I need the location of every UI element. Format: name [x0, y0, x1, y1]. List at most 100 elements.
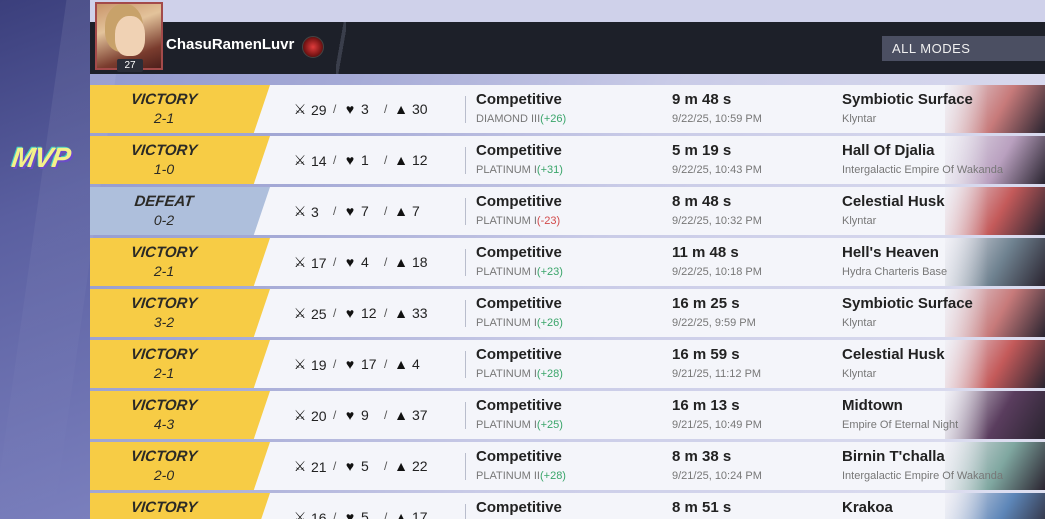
match-result-banner: VICTORY — [90, 493, 270, 519]
mode-filter-dropdown[interactable]: ALL MODES — [882, 36, 1045, 61]
deaths-stat: ♥ 7 — [342, 203, 369, 219]
assists-value: 4 — [412, 356, 420, 372]
match-row[interactable]: VICTORY 2-1 ⚔ 17 / ♥ 4 / ▲ 18 Competitive P… — [90, 238, 1045, 286]
rank-change: PLATINUM I(+31) — [476, 164, 563, 176]
column-divider — [465, 402, 466, 429]
deaths-value: 7 — [361, 203, 369, 219]
match-score: 2-1 — [153, 110, 175, 126]
map-name: Celestial Husk — [842, 346, 945, 363]
kills-value: 20 — [311, 407, 327, 424]
handshake-icon: ▲ — [394, 407, 408, 423]
kills-value: 29 — [311, 101, 327, 118]
rank-change: PLATINUM II(+28) — [476, 470, 566, 482]
match-row[interactable]: VICTORY ⚔ 16 / ♥ 5 / ▲ 17 Competitive 8 m 5… — [90, 493, 1045, 519]
game-mode: Competitive — [476, 91, 562, 108]
game-mode: Competitive — [476, 142, 562, 159]
match-row[interactable]: VICTORY 2-0 ⚔ 21 / ♥ 5 / ▲ 22 Competitive P… — [90, 442, 1045, 490]
map-region: Empire Of Eternal Night — [842, 419, 959, 431]
player-name[interactable]: ChasuRamenLuvr — [166, 36, 294, 53]
deaths-value: 1 — [361, 152, 369, 168]
match-result-banner: VICTORY 1-0 — [90, 136, 270, 184]
map-name: Symbiotic Surface — [842, 295, 973, 312]
map-region: Klyntar — [842, 113, 877, 125]
assists-value: 7 — [412, 203, 420, 219]
handshake-icon: ▲ — [394, 458, 408, 474]
crossed-swords-icon: ⚔ — [293, 203, 307, 219]
match-result: VICTORY — [130, 499, 198, 516]
match-result-banner: VICTORY 3-2 — [90, 289, 270, 337]
match-result: VICTORY — [130, 346, 198, 363]
crossed-swords-icon: ⚔ — [293, 254, 307, 270]
kills-value: 17 — [311, 254, 327, 271]
stat-separator: / — [333, 102, 337, 116]
match-row[interactable]: DEFEAT 0-2 ⚔ 3 / ♥ 7 / ▲ 7 Competitive PLAT… — [90, 187, 1045, 235]
stat-separator: / — [384, 306, 388, 320]
match-row[interactable]: VICTORY 4-3 ⚔ 20 / ♥ 9 / ▲ 37 Competitive P… — [90, 391, 1045, 439]
match-result: VICTORY — [130, 295, 198, 312]
match-duration: 5 m 19 s — [672, 142, 732, 159]
crossed-swords-icon: ⚔ — [293, 458, 307, 474]
column-divider — [465, 504, 466, 519]
kills-stat: ⚔ 14 — [292, 152, 327, 169]
deaths-stat: ♥ 3 — [342, 101, 369, 117]
assists-stat: ▲ 22 — [393, 458, 428, 474]
crossed-swords-icon: ⚔ — [293, 509, 307, 519]
rank-name: PLATINUM I — [476, 368, 537, 380]
kills-value: 3 — [311, 203, 319, 220]
match-datetime: 9/22/25, 9:59 PM — [672, 317, 756, 329]
assists-value: 30 — [412, 101, 428, 117]
stat-separator: / — [333, 255, 337, 269]
stat-separator: / — [384, 408, 388, 422]
map-name: Krakoa — [842, 499, 893, 516]
rank-name: PLATINUM I — [476, 317, 537, 329]
handshake-icon: ▲ — [394, 152, 408, 168]
rank-points-delta: (+28) — [539, 470, 566, 482]
handshake-icon: ▲ — [394, 101, 408, 117]
assists-stat: ▲ 12 — [393, 152, 428, 168]
map-region: Klyntar — [842, 317, 877, 329]
column-divider — [465, 351, 466, 378]
match-result-banner: VICTORY 4-3 — [90, 391, 270, 439]
stat-separator: / — [333, 204, 337, 218]
map-region: Intergalactic Empire Of Wakanda — [842, 470, 1003, 482]
mvp-badge: MVP — [9, 142, 72, 173]
broken-heart-icon: ♥ — [345, 254, 355, 270]
assists-stat: ▲ 7 — [393, 203, 420, 219]
kills-stat: ⚔ 3 — [292, 203, 319, 220]
kills-value: 21 — [311, 458, 327, 475]
deaths-stat: ♥ 12 — [342, 305, 377, 321]
stat-separator: / — [333, 459, 337, 473]
crossed-swords-icon: ⚔ — [293, 101, 307, 117]
game-mode: Competitive — [476, 397, 562, 414]
crossed-swords-icon: ⚔ — [293, 305, 307, 321]
match-datetime: 9/22/25, 10:59 PM — [672, 113, 762, 125]
match-duration: 16 m 59 s — [672, 346, 740, 363]
stat-separator: / — [384, 153, 388, 167]
match-row[interactable]: VICTORY 2-1 ⚔ 19 / ♥ 17 / ▲ 4 Competitive P… — [90, 340, 1045, 388]
match-result-banner: VICTORY 2-1 — [90, 85, 270, 133]
column-divider — [465, 300, 466, 327]
match-result-banner: DEFEAT 0-2 — [90, 187, 270, 235]
stat-separator: / — [384, 459, 388, 473]
deaths-stat: ♥ 4 — [342, 254, 369, 270]
match-duration: 16 m 13 s — [672, 397, 740, 414]
match-result-banner: VICTORY 2-1 — [90, 340, 270, 388]
kills-stat: ⚔ 29 — [292, 101, 327, 118]
match-result: VICTORY — [130, 397, 198, 414]
match-datetime: 9/21/25, 10:49 PM — [672, 419, 762, 431]
map-thumbnail-fade — [928, 391, 988, 439]
match-row[interactable]: VICTORY 3-2 ⚔ 25 / ♥ 12 / ▲ 33 Competitive … — [90, 289, 1045, 337]
match-datetime: 9/21/25, 10:24 PM — [672, 470, 762, 482]
rank-points-delta: (+28) — [536, 368, 563, 380]
assists-value: 33 — [412, 305, 428, 321]
match-score: 2-1 — [153, 263, 175, 279]
match-row[interactable]: VICTORY 2-1 ⚔ 29 / ♥ 3 / ▲ 30 Competitive D… — [90, 85, 1045, 133]
match-score: 0-2 — [153, 212, 175, 228]
rank-points-delta: (+26) — [540, 113, 567, 125]
column-divider — [465, 453, 466, 480]
match-score: 2-1 — [153, 365, 175, 381]
rank-points-delta: (+23) — [536, 266, 563, 278]
stat-separator: / — [333, 408, 337, 422]
match-duration: 9 m 48 s — [672, 91, 732, 108]
match-row[interactable]: VICTORY 1-0 ⚔ 14 / ♥ 1 / ▲ 12 Competitive P… — [90, 136, 1045, 184]
